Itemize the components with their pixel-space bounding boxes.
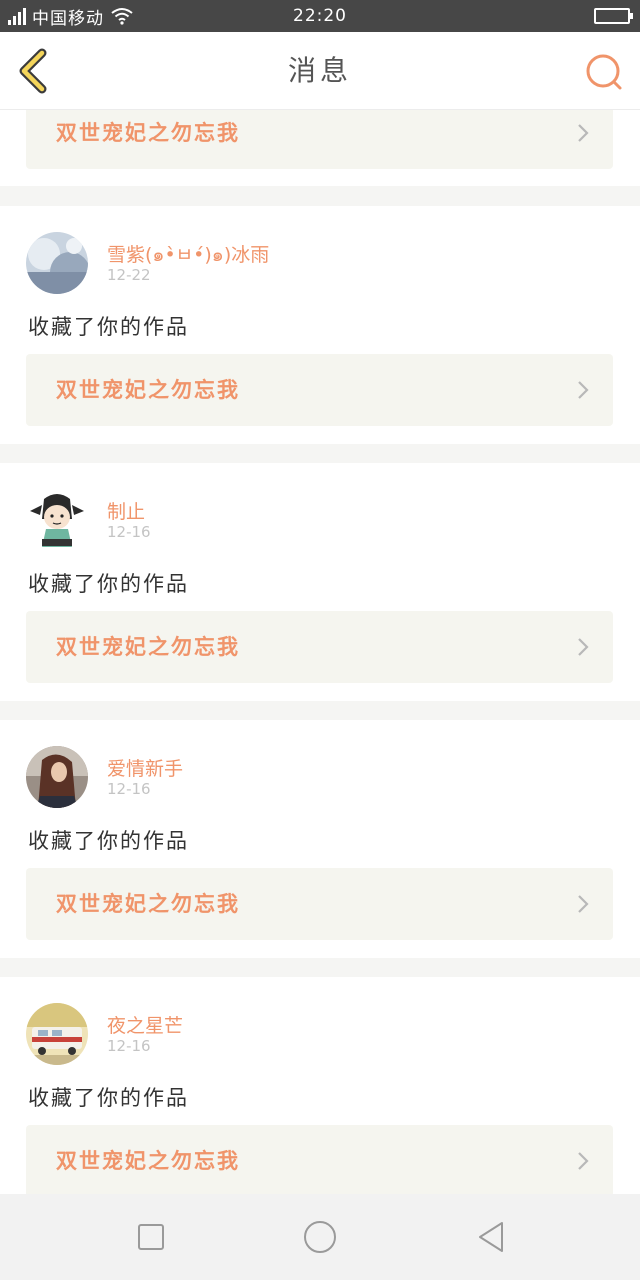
chevron-right-icon [578, 1152, 589, 1170]
chevron-right-icon [578, 381, 589, 399]
work-title: 双世宠妃之勿忘我 [56, 892, 240, 916]
action-text: 收藏了你的作品 [28, 829, 189, 853]
work-title: 双世宠妃之勿忘我 [56, 1149, 240, 1173]
avatar[interactable] [26, 232, 88, 294]
timestamp: 12-22 [107, 266, 151, 284]
timestamp: 12-16 [107, 1037, 151, 1055]
chevron-right-icon [578, 638, 589, 656]
username[interactable]: 制止 [107, 497, 145, 524]
list-item: 爱情新手 12-16 收藏了你的作品 双世宠妃之勿忘我 [0, 720, 640, 958]
work-link[interactable]: 双世宠妃之勿忘我 [26, 354, 613, 426]
battery-icon [594, 8, 633, 24]
work-title: 双世宠妃之勿忘我 [56, 378, 240, 402]
square-icon[interactable] [133, 1219, 169, 1255]
work-link[interactable]: 双世宠妃之勿忘我 [26, 110, 613, 169]
list-item: 双世宠妃之勿忘我 [0, 110, 640, 186]
message-feed[interactable]: 双世宠妃之勿忘我 雪紫(๑•̀ㅂ•́)๑)冰雨 12-22 收藏了你的作品 双世… [0, 110, 640, 1194]
username[interactable]: 夜之星芒 [107, 1011, 183, 1038]
nav-bar: 消息 [0, 32, 640, 110]
work-link[interactable]: 双世宠妃之勿忘我 [26, 868, 613, 940]
search-icon[interactable] [584, 52, 624, 92]
avatar[interactable] [26, 1003, 88, 1065]
clock: 22:20 [293, 6, 347, 26]
triangle-icon[interactable] [472, 1219, 508, 1255]
username[interactable]: 爱情新手 [107, 754, 183, 781]
work-title: 双世宠妃之勿忘我 [56, 635, 240, 659]
circle-icon[interactable] [302, 1219, 338, 1255]
work-link[interactable]: 双世宠妃之勿忘我 [26, 611, 613, 683]
list-item: 雪紫(๑•̀ㅂ•́)๑)冰雨 12-22 收藏了你的作品 双世宠妃之勿忘我 [0, 206, 640, 444]
system-nav-bar [0, 1194, 640, 1280]
avatar[interactable] [26, 489, 88, 551]
chevron-right-icon [578, 895, 589, 913]
work-title: 双世宠妃之勿忘我 [56, 121, 240, 145]
page-title: 消息 [287, 54, 352, 87]
timestamp: 12-16 [107, 523, 151, 541]
timestamp: 12-16 [107, 780, 151, 798]
avatar[interactable] [26, 746, 88, 808]
action-text: 收藏了你的作品 [28, 572, 189, 596]
list-item: 夜之星芒 12-16 收藏了你的作品 双世宠妃之勿忘我 [0, 977, 640, 1194]
action-text: 收藏了你的作品 [28, 1086, 189, 1110]
status-bar: 中国移动 22:20 [0, 0, 640, 32]
chevron-right-icon [578, 124, 589, 142]
work-link[interactable]: 双世宠妃之勿忘我 [26, 1125, 613, 1194]
action-text: 收藏了你的作品 [28, 315, 189, 339]
list-item: 制止 12-16 收藏了你的作品 双世宠妃之勿忘我 [0, 463, 640, 701]
